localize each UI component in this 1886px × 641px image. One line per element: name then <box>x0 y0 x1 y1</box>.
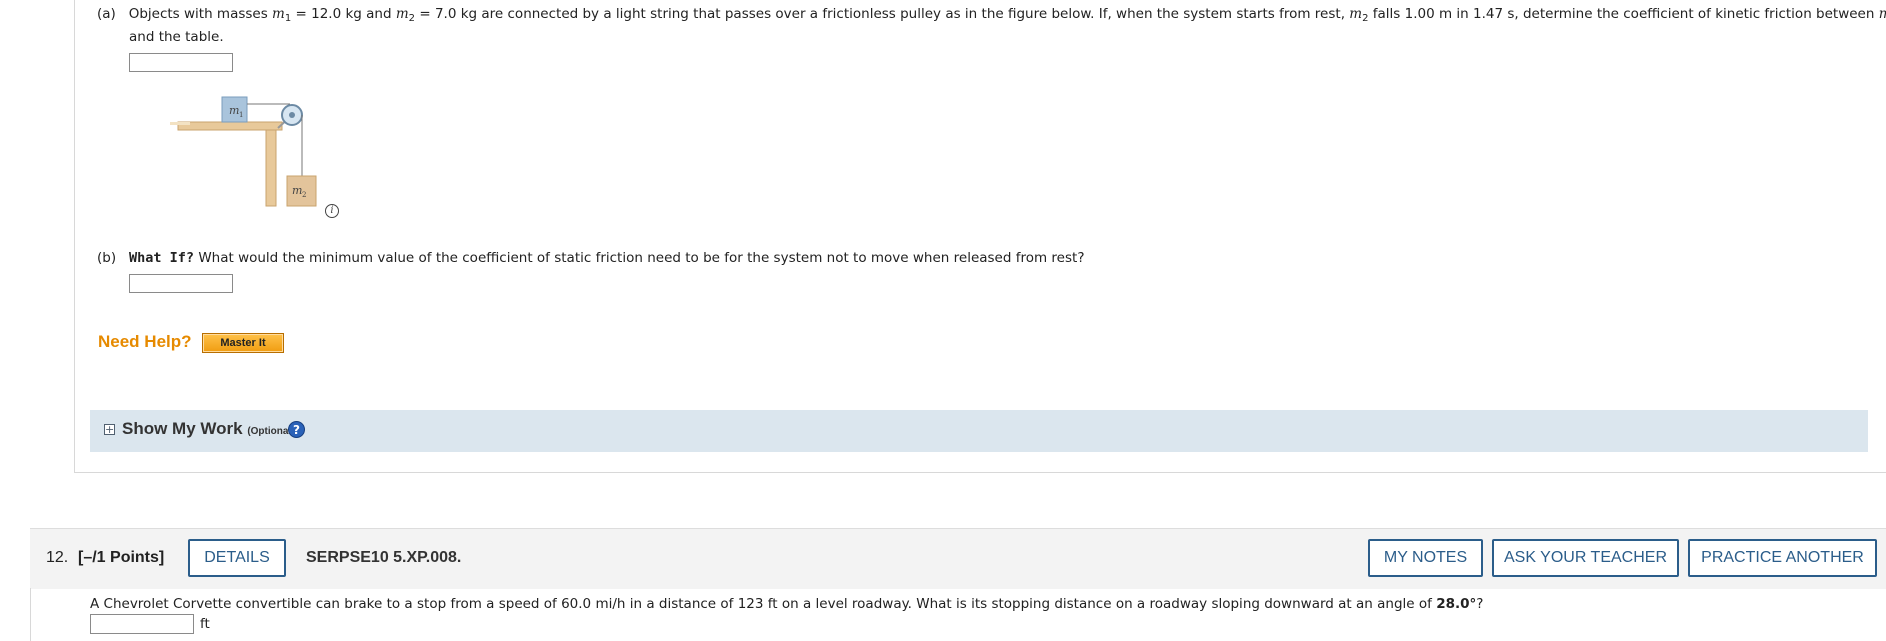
need-help-label: Need Help? <box>98 332 192 351</box>
part-a-label: (a) <box>97 6 116 22</box>
question-number: 12. <box>46 549 69 566</box>
part-a-line2: and the table. <box>129 29 224 45</box>
show-my-work-title[interactable]: Show My Work (Optional) <box>122 419 295 439</box>
part-b-label: (b) <box>97 250 117 266</box>
answer-input-12[interactable] <box>90 614 194 634</box>
table-edge <box>170 122 190 125</box>
block-m2-label: m <box>292 184 302 197</box>
info-icon[interactable]: i <box>325 204 339 218</box>
question-code: SERPSE10 5.XP.008. <box>306 549 462 566</box>
svg-text:2: 2 <box>302 191 306 199</box>
master-it-button[interactable]: Master It <box>202 333 284 353</box>
pulley-figure: m 1 m 2 <box>170 96 317 207</box>
answer-input-b[interactable] <box>129 274 233 293</box>
help-icon[interactable]: ? <box>288 421 305 438</box>
details-button[interactable]: DETAILS <box>188 539 286 577</box>
question-12-prompt: A Chevrolet Corvette convertible can bra… <box>90 596 1484 612</box>
show-my-work-bar[interactable] <box>90 410 1868 452</box>
answer-input-a[interactable] <box>129 53 233 72</box>
question-11-container <box>74 0 1886 473</box>
question-points: [–/1 Points] <box>78 549 165 566</box>
ask-your-teacher-button[interactable]: ASK YOUR TEACHER <box>1492 539 1679 577</box>
practice-another-button[interactable]: PRACTICE ANOTHER <box>1688 539 1877 577</box>
part-a-line1: (a) Objects with masses m1 = 12.0 kg and… <box>97 6 1886 24</box>
svg-text:1: 1 <box>239 111 243 119</box>
table-leg <box>265 129 277 207</box>
my-notes-button[interactable]: MY NOTES <box>1368 539 1483 577</box>
unit-label: ft <box>200 616 210 632</box>
expand-icon[interactable]: + <box>104 424 115 435</box>
table-top <box>177 121 283 131</box>
part-b-text: (b) What If? What would the minimum valu… <box>97 250 1085 266</box>
block-m1-label: m <box>229 104 239 117</box>
